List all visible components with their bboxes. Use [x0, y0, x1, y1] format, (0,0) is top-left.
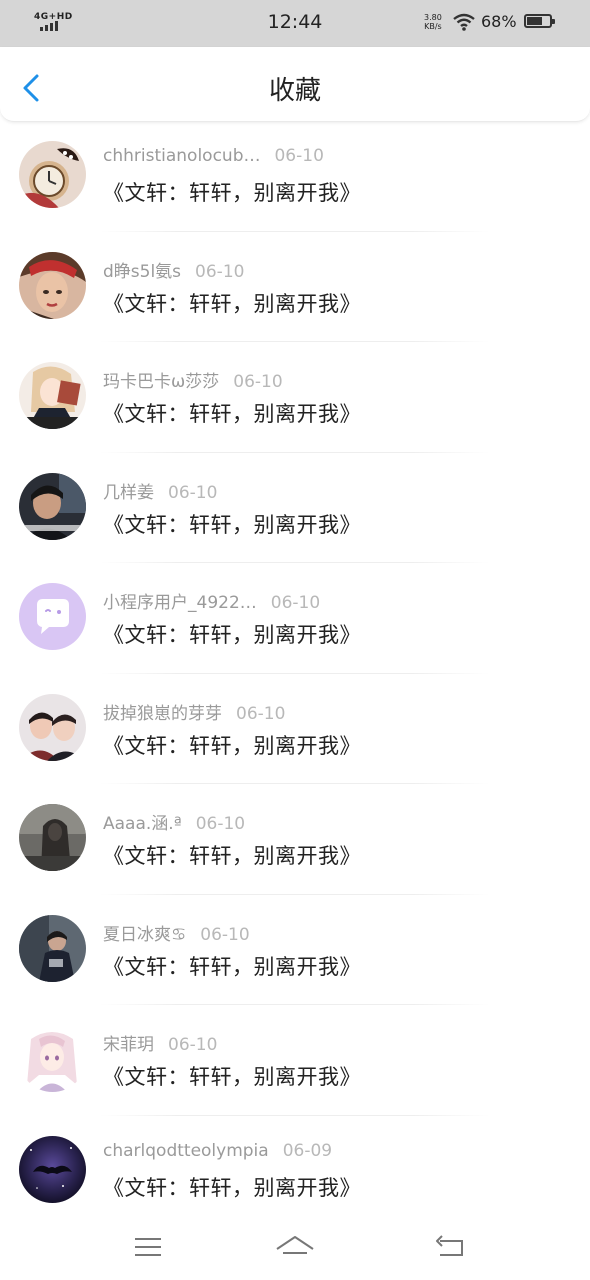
date: 06-10 [200, 924, 250, 945]
username[interactable]: 小程序用户_4922… [103, 588, 257, 613]
avatar-photo-icon[interactable] [19, 472, 86, 540]
username[interactable]: 拔掉狼崽的芽芽 [103, 699, 222, 724]
network-speed: 3.80 KB/s [424, 13, 442, 31]
username[interactable]: chhristianolocub… [103, 146, 260, 166]
username[interactable]: Aaaa.涵.ª [103, 809, 182, 834]
username[interactable]: d睁s5l氨s [103, 257, 181, 282]
avatar-hooded-figure-icon[interactable] [19, 804, 86, 871]
list-item[interactable]: 宋菲玥 06-10 《文轩：轩轩，别离开我》 [0, 1005, 590, 1116]
item-meta: 玛卡巴卡ω莎莎 06-10 [103, 367, 283, 392]
story-title[interactable]: 《文轩：轩轩，别离开我》 [103, 619, 361, 649]
home-icon[interactable] [275, 1229, 315, 1263]
avatar-duo-photo-icon[interactable] [19, 693, 86, 761]
item-meta: 小程序用户_4922… 06-10 [103, 588, 320, 613]
back-chevron-icon[interactable] [20, 73, 42, 103]
list-item[interactable]: charlqodtteolympia 06-09 《文轩：轩轩，别离开我》 [0, 1116, 590, 1227]
item-meta: Aaaa.涵.ª 06-10 [103, 809, 245, 834]
date: 06-10 [274, 146, 324, 166]
story-title[interactable]: 《文轩：轩轩，别离开我》 [103, 730, 361, 760]
header: 收藏 [0, 47, 590, 122]
back-arrow-icon[interactable] [430, 1229, 470, 1263]
list-item[interactable]: Aaaa.涵.ª 06-10 《文轩：轩轩，别离开我》 [0, 784, 590, 895]
avatar-anime-pink-icon[interactable] [19, 1025, 86, 1092]
network-speed-value: 3.80 [424, 13, 442, 22]
item-meta: charlqodtteolympia 06-09 [103, 1141, 332, 1161]
list-item[interactable]: 拔掉狼崽的芽芽 06-10 《文轩：轩轩，别离开我》 [0, 674, 590, 784]
username[interactable]: 玛卡巴卡ω莎莎 [103, 367, 219, 392]
avatar-street-photo-icon[interactable] [19, 914, 86, 982]
story-title[interactable]: 《文轩：轩轩，别离开我》 [103, 1172, 361, 1202]
username[interactable]: 宋菲玥 [103, 1030, 154, 1055]
wifi-icon [453, 13, 475, 31]
battery-fill [527, 17, 542, 25]
list-item[interactable]: d睁s5l氨s 06-10 《文轩：轩轩，别离开我》 [0, 232, 590, 342]
username[interactable]: 几样姜 [103, 478, 154, 503]
story-title[interactable]: 《文轩：轩轩，别离开我》 [103, 1061, 361, 1091]
list-item[interactable]: 小程序用户_4922… 06-10 《文轩：轩轩，别离开我》 [0, 563, 590, 674]
item-meta: 拔掉狼崽的芽芽 06-10 [103, 699, 285, 724]
item-meta: 宋菲玥 06-10 [103, 1030, 217, 1055]
item-meta: 夏日冰爽♋ 06-10 [103, 920, 250, 945]
system-nav-bar [0, 1215, 590, 1280]
list-item[interactable]: 夏日冰爽♋ 06-10 《文轩：轩轩，别离开我》 [0, 895, 590, 1005]
story-title[interactable]: 《文轩：轩轩，别离开我》 [103, 398, 361, 428]
avatar-portrait-icon[interactable] [19, 251, 86, 319]
list-item[interactable]: 玛卡巴卡ω莎莎 06-10 《文轩：轩轩，别离开我》 [0, 342, 590, 453]
date: 06-10 [233, 372, 283, 392]
avatar-anime-girl-icon[interactable] [19, 362, 86, 429]
date: 06-10 [195, 814, 246, 834]
username[interactable]: 夏日冰爽♋ [103, 920, 186, 945]
story-title[interactable]: 《文轩：轩轩，别离开我》 [103, 509, 361, 539]
avatar-default-chat-icon[interactable] [19, 583, 86, 650]
story-title[interactable]: 《文轩：轩轩，别离开我》 [103, 951, 361, 981]
date: 06-10 [195, 261, 245, 282]
list-item[interactable]: 几样姜 06-10 《文轩：轩轩，别离开我》 [0, 453, 590, 563]
menu-icon[interactable] [128, 1229, 168, 1263]
battery-icon [524, 14, 555, 28]
battery-percent: 68% [481, 12, 517, 31]
network-speed-unit: KB/s [424, 22, 442, 31]
item-meta: 几样姜 06-10 [103, 478, 217, 503]
page-title: 收藏 [268, 76, 321, 106]
list-item[interactable]: chhristianolocub… 06-10 《文轩：轩轩，别离开我》 [0, 121, 590, 232]
story-title[interactable]: 《文轩：轩轩，别离开我》 [103, 177, 361, 207]
avatar-clock-icon[interactable] [19, 141, 86, 208]
item-meta: d睁s5l氨s 06-10 [103, 257, 244, 282]
story-title[interactable]: 《文轩：轩轩，别离开我》 [103, 840, 361, 870]
story-title[interactable]: 《文轩：轩轩，别离开我》 [103, 288, 361, 318]
favorites-list: chhristianolocub… 06-10 《文轩：轩轩，别离开我》 d睁s5… [0, 121, 590, 1226]
date: 06-10 [168, 1035, 218, 1055]
date: 06-09 [282, 1140, 333, 1161]
battery-tip [552, 19, 555, 24]
status-bar: 4G+HD 12:44 3.80 KB/s 68% [0, 0, 590, 47]
avatar-mustache-icon[interactable] [19, 1135, 86, 1203]
date: 06-10 [270, 593, 321, 613]
item-meta: chhristianolocub… 06-10 [103, 146, 324, 166]
date: 06-10 [168, 482, 218, 503]
username[interactable]: charlqodtteolympia [103, 1141, 269, 1161]
date: 06-10 [236, 703, 286, 724]
